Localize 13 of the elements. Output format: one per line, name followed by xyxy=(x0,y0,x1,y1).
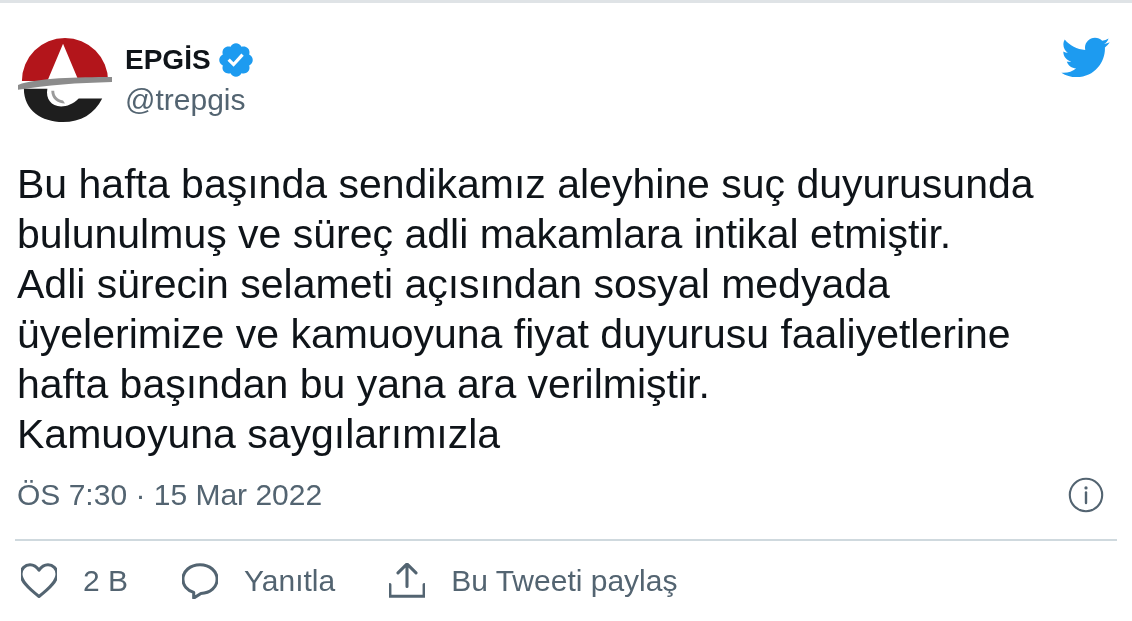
speech-bubble-icon xyxy=(182,563,219,599)
info-icon[interactable] xyxy=(1068,477,1104,513)
reply-button[interactable]: Yanıtla xyxy=(182,563,336,599)
tweet-timestamp[interactable]: ÖS 7:30 · 15 Mar 2022 xyxy=(17,477,323,513)
share-icon xyxy=(389,563,426,599)
author-handle[interactable]: @trepgis xyxy=(125,83,253,117)
author-name[interactable]: EPGİS xyxy=(125,43,211,77)
heart-icon xyxy=(21,563,57,599)
like-button[interactable]: 2 B xyxy=(21,563,129,599)
bird-icon[interactable] xyxy=(1060,36,1110,78)
share-button[interactable]: Bu Tweeti paylaş xyxy=(389,563,678,599)
avatar-logo-icon xyxy=(18,35,112,125)
tweet-text: Bu hafta başında sendikamız aleyhine suç duyurusunda bulunulmuş ve süreç adli makamlara intikal etmiştir. Adli sürecin selameti açısından sosyal medyada üyelerimize ve kamuoyuna fiyat duyurusu faaliyetlerine hafta başından bu yana ara verilmiştir. Kamuoyuna saygılarımızla xyxy=(17,160,1034,459)
